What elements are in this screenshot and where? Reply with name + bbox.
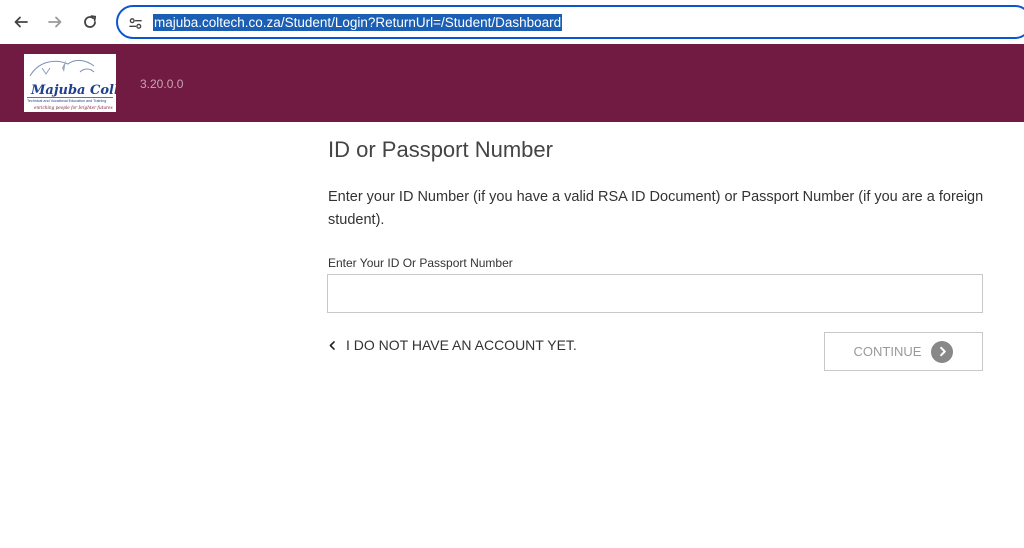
back-button[interactable] <box>8 9 34 35</box>
site-header: Majuba College Technical and Vocational … <box>0 44 1024 122</box>
chevron-right-circle-icon <box>931 340 954 363</box>
url-text[interactable]: majuba.coltech.co.za/Student/Login?Retur… <box>153 14 563 31</box>
forward-button[interactable] <box>42 9 68 35</box>
browser-toolbar: majuba.coltech.co.za/Student/Login?Retur… <box>0 0 1024 44</box>
id-field-label: Enter Your ID Or Passport Number <box>328 256 513 270</box>
id-passport-input[interactable] <box>327 274 983 313</box>
college-logo: Majuba College Technical and Vocational … <box>24 54 116 112</box>
logo-tagline-text: Technical and Vocational Education and T… <box>27 99 106 103</box>
address-bar[interactable]: majuba.coltech.co.za/Student/Login?Retur… <box>116 5 1024 39</box>
reload-icon <box>84 15 97 28</box>
logo-graphic: Majuba College Technical and Vocational … <box>27 59 116 110</box>
reload-button[interactable] <box>77 9 103 35</box>
arrow-right-icon <box>48 16 62 28</box>
site-info-button[interactable] <box>126 14 144 32</box>
app-version: 3.20.0.0 <box>140 77 184 91</box>
no-account-link-label: I DO NOT HAVE AN ACCOUNT YET. <box>346 337 577 353</box>
no-account-link[interactable]: I DO NOT HAVE AN ACCOUNT YET. <box>328 336 577 354</box>
logo-motto-text: enriching people for brighter futures <box>34 105 113 110</box>
tune-icon <box>128 17 142 29</box>
continue-button-label: CONTINUE <box>853 344 922 359</box>
form-description: Enter your ID Number (if you have a vali… <box>328 189 984 228</box>
arrow-left-icon <box>14 16 28 28</box>
page-title: ID or Passport Number <box>328 137 553 162</box>
logo-name-text: Majuba College <box>30 83 116 98</box>
chevron-left-icon <box>328 339 338 351</box>
continue-button[interactable]: CONTINUE <box>824 332 983 371</box>
